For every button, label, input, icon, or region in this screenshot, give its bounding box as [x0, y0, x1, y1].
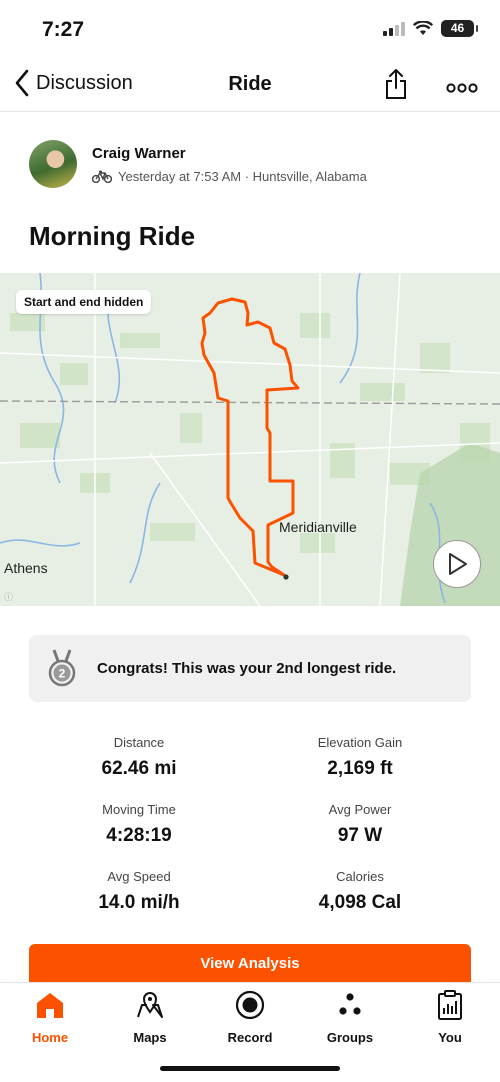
home-icon — [37, 993, 63, 1018]
bike-icon — [92, 170, 112, 183]
share-icon — [386, 69, 406, 99]
more-options-button[interactable] — [446, 80, 478, 98]
medal-icon: 2 — [48, 648, 76, 686]
map-attribution-icon[interactable]: ⓘ — [4, 590, 13, 603]
wifi-icon — [413, 21, 433, 35]
tab-groups[interactable]: Groups — [300, 989, 400, 1045]
signal-icon — [383, 21, 405, 36]
map-label-meridianville: Meridianville — [279, 519, 357, 535]
stat-value: 4,098 Cal — [318, 892, 402, 913]
share-button[interactable] — [384, 68, 408, 105]
stat-label: Elevation Gain — [317, 735, 403, 750]
stat-distance: Distance 62.46 mi — [14, 735, 264, 780]
stat-calories: Calories 4,098 Cal — [235, 869, 485, 914]
status-bar: 7:27 46 — [0, 0, 500, 60]
maps-icon — [137, 992, 163, 1018]
status-icons: 46 — [383, 20, 478, 37]
home-indicator — [160, 1066, 340, 1071]
page-title: Ride — [228, 73, 272, 95]
view-analysis-button[interactable]: View Analysis — [29, 944, 471, 984]
map-label-athens: Athens — [4, 560, 48, 576]
stat-elevation-gain: Elevation Gain 2,169 ft — [235, 735, 485, 780]
groups-icon — [339, 993, 361, 1015]
more-icon — [446, 83, 478, 93]
stat-value: 4:28:19 — [106, 825, 172, 846]
map-background — [0, 273, 500, 606]
battery-icon: 46 — [441, 20, 478, 37]
stat-label: Avg Power — [328, 802, 392, 817]
activity-meta-text: Yesterday at 7:53 AM · Huntsville, Alaba… — [118, 169, 367, 184]
stat-label: Calories — [336, 869, 384, 884]
stat-avg-speed: Avg Speed 14.0 mi/h — [14, 869, 264, 914]
nav-bar: Discussion Ride — [0, 60, 500, 112]
play-flyover-button[interactable] — [433, 540, 481, 588]
activity-detail-screen: 7:27 46 Discussion Ride Craig Warner Yes… — [0, 0, 500, 1082]
status-time: 7:27 — [42, 18, 85, 41]
stat-avg-power: Avg Power 97 W — [235, 802, 485, 847]
avatar[interactable] — [29, 140, 77, 188]
stat-value: 2,169 ft — [327, 758, 393, 779]
tab-label: Maps — [133, 1030, 167, 1045]
medal-rank: 2 — [59, 666, 66, 680]
tab-you[interactable]: You — [400, 989, 500, 1045]
record-icon — [235, 990, 265, 1020]
tab-label: Home — [31, 1030, 69, 1045]
stat-value: 14.0 mi/h — [98, 892, 180, 913]
activity-meta: Yesterday at 7:53 AM · Huntsville, Alaba… — [92, 169, 367, 184]
tab-label: You — [438, 1030, 462, 1045]
activity-title: Morning Ride — [29, 221, 196, 251]
tab-home[interactable]: Home — [0, 989, 100, 1045]
stat-label: Distance — [113, 735, 165, 750]
stat-label: Moving Time — [102, 802, 176, 817]
stat-label: Avg Speed — [107, 869, 171, 884]
route-map[interactable]: Start and end hidden Meridianville Athen… — [0, 273, 500, 606]
play-icon — [449, 553, 467, 575]
tab-maps[interactable]: Maps — [100, 989, 200, 1045]
tab-record[interactable]: Record — [200, 989, 300, 1045]
you-icon — [438, 990, 462, 1020]
stat-value: 62.46 mi — [101, 758, 177, 779]
privacy-chip: Start and end hidden — [16, 290, 152, 314]
achievement-text: Congrats! This was your 2nd longest ride… — [97, 660, 397, 677]
stat-moving-time: Moving Time 4:28:19 — [14, 802, 264, 847]
stat-value: 97 W — [337, 825, 383, 846]
athlete-name[interactable]: Craig Warner — [92, 145, 186, 162]
tab-label: Groups — [326, 1030, 374, 1045]
tab-label: Record — [227, 1030, 273, 1045]
achievement-banner[interactable]: 2 Congrats! This was your 2nd longest ri… — [29, 635, 471, 702]
